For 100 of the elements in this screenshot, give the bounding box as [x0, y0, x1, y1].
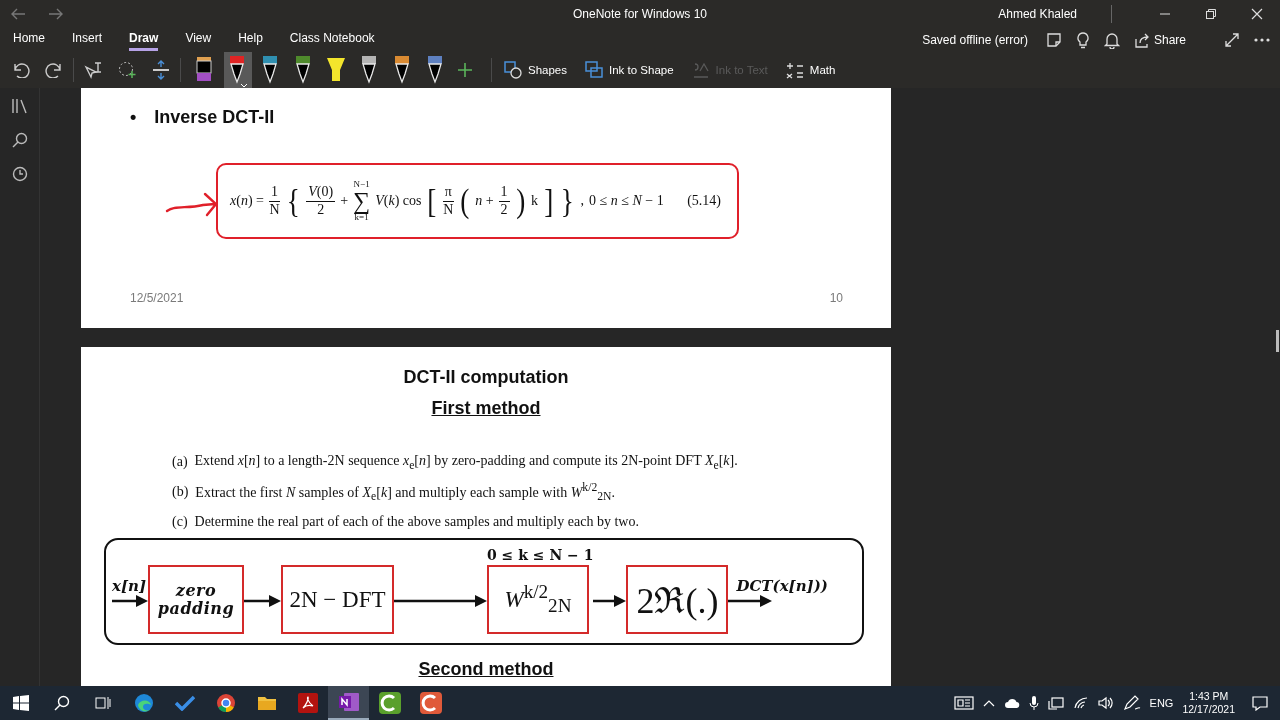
bullet: •: [130, 107, 137, 128]
range-label: 0 ≤ k ≤ N − 1: [487, 547, 594, 563]
formula-term: (5.14): [687, 193, 721, 209]
output-label: DCT(x[n])): [736, 577, 828, 595]
bracket: (: [460, 184, 470, 218]
sum-upper-limit: N−1: [353, 180, 370, 189]
edge-browser-icon: [133, 693, 154, 713]
sync-status[interactable]: Saved offline (error): [922, 33, 1028, 47]
clock-icon[interactable]: [11, 166, 28, 182]
slide-title: DCT-II computation: [403, 367, 569, 388]
forward-arrow-icon[interactable]: [48, 8, 64, 20]
chrome-browser-icon: [215, 693, 236, 713]
device-icon[interactable]: [1047, 696, 1064, 710]
text-select-icon[interactable]: [84, 61, 102, 79]
ribbon-command[interactable]: Ink to Shape: [585, 61, 674, 79]
process-block: 2N − DFT: [281, 565, 394, 634]
news-icon[interactable]: [953, 696, 974, 710]
fraction-numerator: 1: [498, 184, 510, 202]
sum-lower-limit: k=1: [354, 213, 369, 222]
formula-term: k: [530, 193, 538, 209]
flow-arrow: [593, 595, 627, 607]
step-label: (b): [172, 484, 189, 500]
ribbon-command[interactable]: Math: [785, 61, 836, 79]
process-block: 2ℜ(.): [626, 565, 729, 634]
add-pen-icon[interactable]: [457, 62, 473, 78]
bracket: ]: [544, 184, 554, 218]
notebooks-icon[interactable]: [10, 98, 29, 114]
back-arrow-icon[interactable]: [10, 8, 26, 20]
input-language[interactable]: ENG: [1149, 697, 1174, 709]
fraction-denominator: N: [269, 201, 280, 218]
fraction-numerator: π: [442, 184, 454, 202]
note-icon[interactable]: [1045, 32, 1062, 48]
bracket: {: [286, 184, 300, 218]
process-block: zero padding: [148, 565, 244, 634]
clock-time[interactable]: 1:43 PM: [1189, 689, 1229, 703]
lightbulb-icon[interactable]: [1075, 31, 1090, 49]
taskbar-app[interactable]: [328, 686, 369, 720]
user-name[interactable]: Ahmed Khaled: [998, 7, 1077, 21]
bracket: }: [560, 184, 574, 218]
scrollbar-thumb[interactable]: [1276, 330, 1279, 352]
cloud-icon[interactable]: [1003, 697, 1020, 709]
undo-icon[interactable]: [12, 62, 30, 78]
ribbon-tab[interactable]: Class Notebook: [289, 29, 375, 51]
flow-arrow: [244, 595, 281, 607]
task-view-icon: [94, 695, 111, 711]
notebook-app-icon: [337, 692, 360, 712]
ribbon-tab[interactable]: Insert: [72, 29, 103, 51]
microphone-icon[interactable]: [1028, 695, 1039, 711]
section-heading: First method: [431, 398, 541, 419]
ink-to-text-icon: [691, 61, 710, 79]
formula-term: ,: [580, 193, 585, 209]
volume-icon[interactable]: [1097, 696, 1114, 710]
ribbon-command[interactable]: Shapes: [504, 61, 567, 79]
fraction-numerator: 1: [268, 184, 280, 202]
folder-icon: [256, 695, 277, 711]
lasso-select-icon[interactable]: [117, 61, 137, 79]
share-button[interactable]: Share: [1133, 32, 1186, 48]
share-icon: [1133, 32, 1150, 48]
formula-term: x(n) =: [230, 193, 264, 209]
more-icon[interactable]: [1254, 37, 1270, 43]
bracket: [: [427, 184, 437, 218]
ribbon-tab[interactable]: Home: [13, 29, 45, 51]
fraction-denominator: N: [443, 201, 454, 218]
step-text: Determine the real part of each of the above samples and multiply each by two.: [194, 514, 639, 530]
add-space-icon[interactable]: [152, 60, 170, 80]
bell-icon[interactable]: [1103, 31, 1120, 49]
formula-term: +: [340, 193, 349, 209]
slide-number: 10: [829, 291, 843, 305]
bracket: ): [515, 184, 525, 218]
step-text: Extend x[n] to a length-2N sequence x$_{e}$[n] by zero-padding and compute its 2N-point DFT X$_{e}$[k].: [194, 452, 738, 472]
recorder-app-icon: [378, 692, 401, 714]
close-icon[interactable]: [1251, 8, 1263, 20]
sum-symbol: ∑: [353, 189, 371, 213]
step-label: (c): [172, 514, 188, 530]
ribbon-tab[interactable]: View: [185, 29, 212, 51]
redo-icon[interactable]: [45, 62, 63, 78]
flow-arrow: [728, 595, 773, 607]
clock-date[interactable]: 12/17/2021: [1182, 703, 1235, 717]
pen-icon[interactable]: [1122, 695, 1141, 711]
formula-term: V(k) cos: [375, 193, 422, 209]
input-signal-label: x[n]: [112, 577, 147, 595]
search-icon[interactable]: [11, 132, 28, 148]
step-text: Extract the first N samples of X$_{e}$[k] and multiply each sample with W$^{k/2}$$_{2N}$.: [195, 480, 615, 504]
notification-icon[interactable]: [1252, 695, 1268, 711]
checkmark-icon: [174, 695, 195, 711]
restore-icon[interactable]: [1205, 8, 1217, 20]
recorder-app-icon: [419, 692, 442, 714]
flow-arrow: [112, 595, 148, 607]
section-heading: Second method: [418, 659, 554, 680]
window-title: OneNote for Windows 10: [572, 7, 708, 21]
shapes-icon: [504, 61, 522, 79]
slide-heading: Inverse DCT-II: [154, 107, 275, 128]
windows-logo-icon: [12, 695, 29, 711]
chevron-up-icon[interactable]: [982, 699, 995, 707]
formula-term: 0 ≤ n ≤ N − 1: [589, 193, 664, 209]
expand-icon[interactable]: [1224, 32, 1240, 48]
wifi-icon[interactable]: [1072, 696, 1089, 710]
fraction-denominator: 2: [500, 201, 508, 218]
pdf-reader-icon: [297, 693, 318, 713]
ribbon-tab[interactable]: Help: [238, 29, 263, 51]
